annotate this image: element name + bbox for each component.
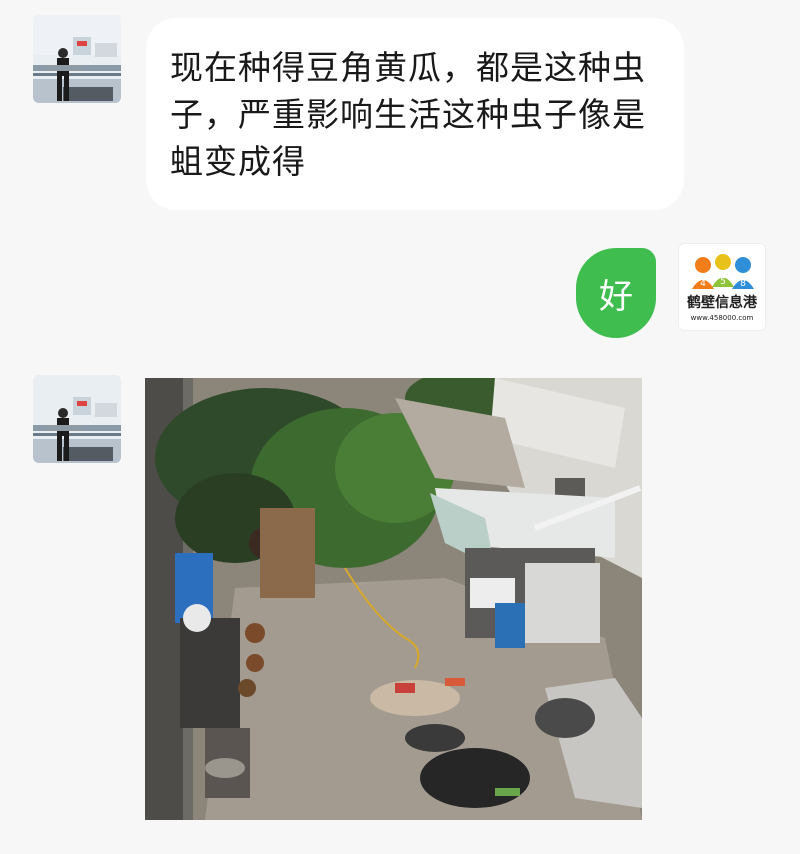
logo-digit: 5 [720, 277, 726, 287]
outgoing-message-bubble[interactable]: 好 [576, 248, 656, 338]
avatar-photo-icon [33, 375, 121, 463]
user-avatar[interactable]: 4 5 8 鹤壁信息港 www.458000.com [678, 243, 766, 331]
avatar-photo-icon [33, 15, 121, 103]
message-text: 好 [599, 276, 633, 317]
message-text: 现在种得豆角黄瓜，都是这种虫子，严重影响生活这种虫子像是蛆变成得 [170, 48, 646, 181]
incoming-message-bubble[interactable]: 现在种得豆角黄瓜，都是这种虫子，严重影响生活这种虫子像是蛆变成得 [146, 18, 684, 210]
logo-url: www.458000.com [691, 314, 754, 322]
sender-avatar[interactable] [33, 15, 121, 103]
courtyard-photo-icon [145, 378, 642, 820]
logo-name: 鹤壁信息港 [687, 294, 758, 311]
image-message[interactable] [145, 378, 642, 820]
logo-digit: 8 [740, 279, 746, 289]
logo-icon: 4 5 8 鹤壁信息港 www.458000.com [687, 254, 758, 322]
logo-digit: 4 [700, 279, 706, 289]
sender-avatar[interactable] [33, 375, 121, 463]
